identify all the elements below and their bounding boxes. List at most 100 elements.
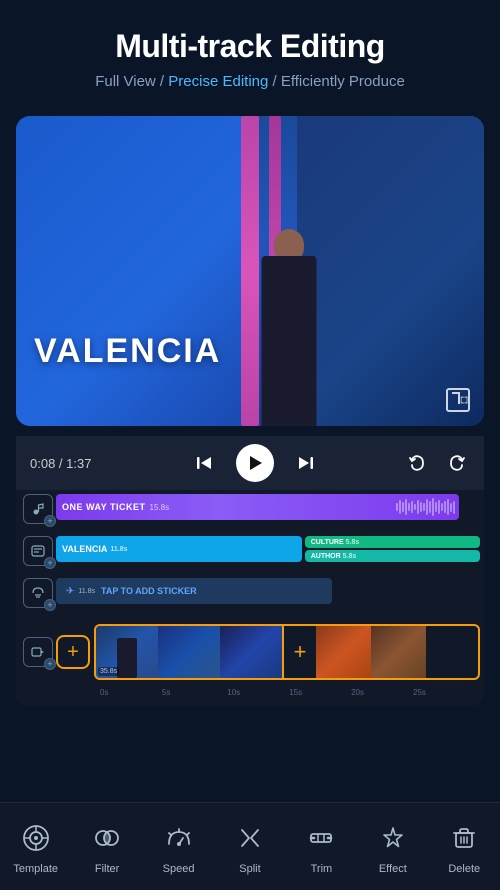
waveform-bar [441,503,443,511]
audio-track-content: ONE WAY TICKET 15.8s [56,494,480,524]
filter-label: Filter [95,863,119,875]
template-label: Template [13,863,58,875]
tap-add-label: TAP TO ADD STICKER [101,586,197,596]
waveform-bar [429,501,431,513]
toolbar-template[interactable]: Template [6,818,66,875]
waveform-bar [411,501,413,513]
effect-label: Effect [379,863,407,875]
video-clip-3[interactable] [220,626,282,678]
undo-button[interactable] [404,449,432,477]
waveform-bar [402,502,404,512]
audio-clip-label: ONE WAY TICKET [62,502,146,512]
audio-clip-duration: 15.8s [150,503,170,512]
skip-back-button[interactable] [190,449,218,477]
sticker-clip[interactable]: ✈ 11.8s TAP TO ADD STICKER [56,578,332,604]
clip-1-duration: 35.8s [98,667,119,676]
sticker-icon-inner: + [23,578,53,608]
sticker-track-icon[interactable]: + [20,575,56,611]
figure [244,226,334,426]
ruler-5s: 5s [162,688,170,697]
audio-waveform [396,497,455,517]
valencia-clip[interactable]: VALENCIA 11.8s [56,536,302,562]
split-label: Split [239,863,260,875]
video-preview: VALENCIA [16,116,484,426]
ruler-10s: 10s [227,688,240,697]
toolbar-speed[interactable]: Speed [149,818,209,875]
video-clip-1[interactable]: 35.8s [96,626,158,678]
playback-controls: 0:08 / 1:37 [16,436,484,490]
fullscreen-icon[interactable] [446,388,470,412]
ruler-0s: 0s [100,688,108,697]
video-track-row: + + 35.8s + [16,616,484,688]
culture-clip[interactable]: CULTURE 5.8s [305,536,480,548]
waveform-bar [414,504,416,510]
delete-icon [444,818,484,858]
video-icon-inner: + [23,637,53,667]
audio-add-icon: + [44,515,56,527]
play-icon [250,456,262,470]
video-clip-4[interactable] [316,626,371,678]
timeline-ruler: 0s 5s 10s 15s 20s 25s [16,688,484,706]
subtitle-part2: / Efficiently Produce [268,73,404,90]
text-track-content: VALENCIA 11.8s CULTURE 5.8s AUTHOR 5.8s [56,536,480,566]
audio-track-icon[interactable]: + [20,491,56,527]
video-add-icon: + [44,658,56,670]
text-track-icon[interactable]: + [20,533,56,569]
video-clip-2[interactable] [158,626,220,678]
text-icon-inner: + [23,536,53,566]
toolbar-split[interactable]: Split [220,818,280,875]
skip-forward-button[interactable] [292,449,320,477]
controls-center [105,444,404,482]
clip-add-between-button[interactable]: + [282,626,316,678]
waveform-bar [405,499,407,515]
speed-icon [159,818,199,858]
audio-track-row: + ONE WAY TICKET 15.8s [16,490,484,528]
toolbar-filter[interactable]: Filter [77,818,137,875]
author-clip[interactable]: AUTHOR 5.8s [305,550,480,562]
toolbar-effect[interactable]: Effect [363,818,423,875]
text-add-icon: + [44,557,56,569]
toolbar-trim[interactable]: Trim [291,818,351,875]
time-display: 0:08 / 1:37 [30,456,105,471]
play-button[interactable] [236,444,274,482]
audio-clip[interactable]: ONE WAY TICKET 15.8s [56,494,459,520]
bottom-toolbar: Template Filter Speed [0,802,500,890]
waveform-bar [420,502,422,512]
ruler-marks: 0s 5s 10s 15s 20s 25s [100,688,444,706]
waveform-bar [426,499,428,515]
waveform-bar [447,499,449,515]
waveform-bar [444,501,446,513]
controls-right [404,449,470,477]
video-clips-area: + 35.8s + [56,624,480,680]
split-icon [230,818,270,858]
waveform-bar [450,503,452,512]
effect-icon [373,818,413,858]
waveform-bar [408,503,410,511]
author-label: AUTHOR [311,553,341,560]
waveform-bar [438,500,440,514]
waveform-bar [399,500,401,514]
figure-body [262,256,317,426]
subtitle-highlight: Precise Editing [168,73,268,90]
author-duration: 5.8s [343,553,357,560]
waveform-bar [423,503,425,511]
subtitle-part1: Full View / [95,73,168,90]
text-right-clips: CULTURE 5.8s AUTHOR 5.8s [305,536,480,562]
text-track-row: + VALENCIA 11.8s CULTURE 5.8s AUTHOR 5.8… [16,532,484,570]
redo-button[interactable] [442,449,470,477]
filter-icon [87,818,127,858]
video-track-icon[interactable]: + [20,634,56,670]
sticker-add-icon: + [44,599,56,611]
video-clips-track: 35.8s + [94,624,480,680]
culture-duration: 5.8s [346,539,360,546]
page-subtitle: Full View / Precise Editing / Efficientl… [20,73,480,90]
waveform-bar [432,498,434,516]
video-clip-5[interactable] [371,626,426,678]
header: Multi-track Editing Full View / Precise … [0,0,500,106]
page-title: Multi-track Editing [20,28,480,65]
add-clip-button[interactable]: + [56,635,90,669]
playback-bar: 0:08 / 1:37 [16,436,484,490]
toolbar-delete[interactable]: Delete [434,818,494,875]
audio-icon-inner: + [23,494,53,524]
sticker-track-content: ✈ 11.8s TAP TO ADD STICKER [56,578,480,608]
